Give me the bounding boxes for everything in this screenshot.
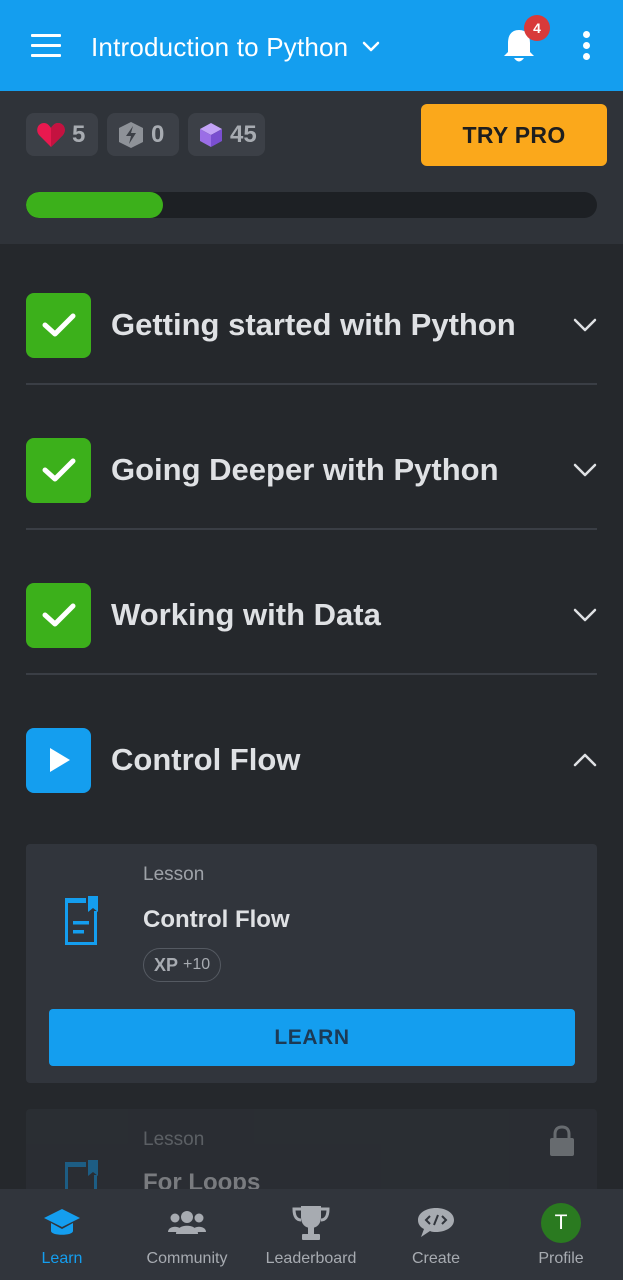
module-title: Going Deeper with Python: [111, 452, 499, 487]
lesson-title: Control Flow: [143, 906, 290, 933]
hearts-counter[interactable]: 5: [26, 113, 98, 156]
nav-label: Profile: [538, 1250, 584, 1267]
module-title: Working with Data: [111, 597, 381, 632]
nav-leaderboard[interactable]: Leaderboard: [260, 1189, 362, 1280]
play-icon: [26, 727, 91, 793]
avatar: T: [541, 1203, 581, 1243]
lesson-kind-label: Lesson: [143, 1129, 205, 1150]
course-selector[interactable]: Introduction to Python: [91, 28, 380, 66]
lesson-card: Lesson Control Flow XP +10 LEARN: [26, 844, 597, 1083]
divider: [26, 528, 597, 530]
lesson-document-icon: [65, 896, 98, 945]
module-going-deeper[interactable]: Going Deeper with Python: [26, 437, 597, 503]
stats-bar: 5 0 45 TRY PRO: [0, 91, 623, 244]
code-chat-icon: [416, 1203, 456, 1243]
heart-icon: [37, 122, 65, 147]
nav-label: Learn: [41, 1250, 83, 1267]
hearts-count: 5: [72, 120, 86, 148]
top-app-bar: Introduction to Python 4: [0, 0, 623, 91]
bolts-count: 0: [151, 120, 165, 148]
chevron-down-icon[interactable]: [573, 462, 597, 478]
xp-reward-badge: XP +10: [143, 948, 222, 982]
divider: [26, 673, 597, 675]
nav-label: Community: [146, 1250, 228, 1267]
completed-check-icon: [26, 437, 91, 503]
try-pro-button[interactable]: TRY PRO: [421, 104, 607, 166]
bottom-navigation: Learn Community Leaderboard Create T Pro…: [0, 1189, 623, 1280]
people-icon: [167, 1203, 207, 1243]
module-working-with-data[interactable]: Working with Data: [26, 582, 597, 648]
more-vertical-icon[interactable]: [576, 30, 598, 62]
nav-community[interactable]: Community: [139, 1189, 235, 1280]
chevron-up-icon[interactable]: [573, 752, 597, 768]
gems-count: 45: [230, 120, 257, 148]
gems-counter[interactable]: 45: [188, 113, 265, 156]
course-title: Introduction to Python: [91, 31, 349, 62]
nav-create[interactable]: Create: [396, 1189, 476, 1280]
divider: [26, 383, 597, 385]
notification-badge: 4: [524, 15, 550, 41]
gem-cube-icon: [200, 122, 222, 147]
course-progress-bar: [26, 192, 597, 218]
lock-icon: [550, 1125, 574, 1156]
xp-value: +10: [183, 956, 211, 973]
hamburger-menu-icon[interactable]: [26, 28, 66, 64]
module-title: Getting started with Python: [111, 307, 516, 342]
chevron-down-icon: [363, 41, 380, 52]
module-control-flow[interactable]: Control Flow: [26, 727, 597, 793]
learn-button[interactable]: LEARN: [49, 1009, 575, 1066]
module-title: Control Flow: [111, 742, 301, 777]
lesson-kind-label: Lesson: [143, 864, 205, 885]
nav-profile[interactable]: T Profile: [521, 1189, 601, 1280]
avatar-wrap: T: [541, 1203, 581, 1243]
nav-label: Leaderboard: [265, 1250, 357, 1267]
lightning-hexagon-icon: [119, 121, 143, 148]
graduation-cap-icon: [42, 1203, 82, 1243]
completed-check-icon: [26, 582, 91, 648]
xp-label: XP: [154, 954, 179, 975]
module-getting-started[interactable]: Getting started with Python: [26, 292, 597, 358]
nav-learn[interactable]: Learn: [22, 1189, 102, 1280]
trophy-icon: [291, 1203, 331, 1243]
completed-check-icon: [26, 292, 91, 358]
progress-fill: [26, 192, 164, 218]
chevron-down-icon[interactable]: [573, 317, 597, 333]
chevron-down-icon[interactable]: [573, 607, 597, 623]
nav-label: Create: [411, 1250, 461, 1267]
bolts-counter[interactable]: 0: [107, 113, 179, 156]
